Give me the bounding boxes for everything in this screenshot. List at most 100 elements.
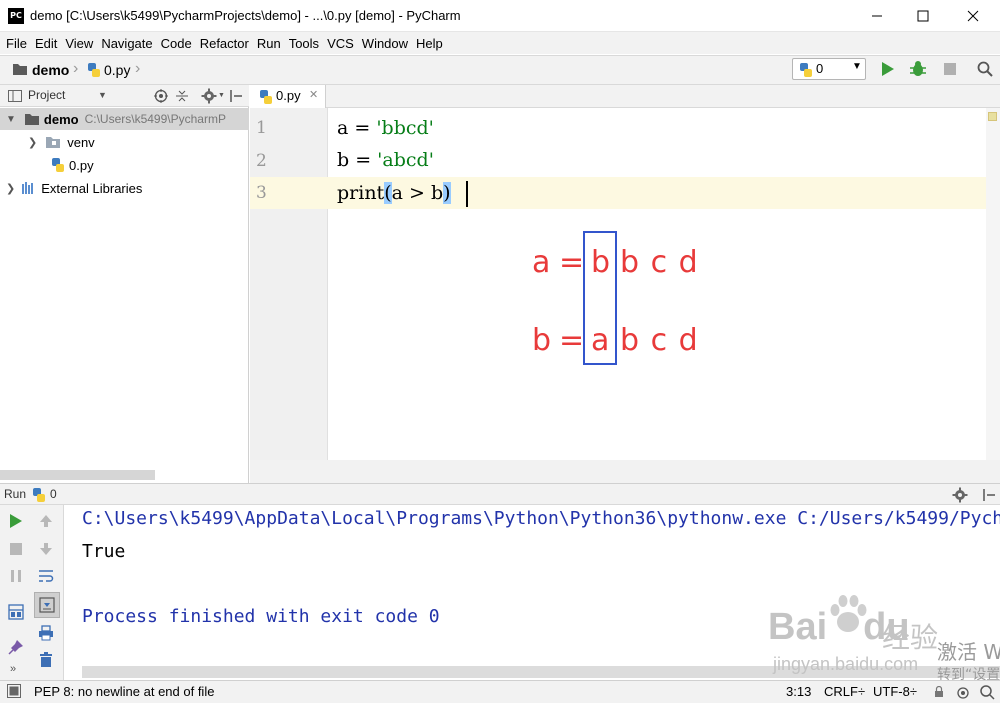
pause-button[interactable]: [6, 566, 26, 586]
scroll-to-end-button[interactable]: [34, 592, 60, 618]
tree-item-label: External Libraries: [41, 180, 143, 196]
run-button[interactable]: [878, 59, 898, 79]
collapse-all-icon[interactable]: [175, 89, 189, 103]
arrow-up-icon: [40, 515, 52, 527]
tab-close-icon[interactable]: ✕: [309, 88, 318, 101]
stop-button[interactable]: [940, 59, 960, 79]
settings-gear-icon[interactable]: [201, 88, 217, 104]
run-panel-header: [0, 483, 1000, 505]
hide-panel-icon[interactable]: [982, 488, 996, 502]
debug-bug-icon: [910, 61, 926, 76]
horizontal-scrollbar[interactable]: [0, 470, 155, 480]
chevron-right-icon: ❯: [6, 182, 16, 195]
code-line-2: b = 'abcd': [337, 149, 434, 171]
scroll-up-button[interactable]: [36, 511, 56, 531]
python-file-icon: [52, 158, 64, 172]
menu-vcs[interactable]: VCS: [327, 36, 362, 51]
pin-icon: [8, 640, 23, 655]
hide-panel-icon[interactable]: [229, 89, 243, 103]
console-command-line: C:\Users\k5499\AppData\Local\Programs\Py…: [82, 508, 1000, 529]
tree-item-demo[interactable]: ▼ demo C:\Users\k5499\PycharmP: [0, 108, 249, 130]
menu-file[interactable]: File: [6, 36, 35, 51]
python-file-icon: [88, 63, 100, 77]
menu-window[interactable]: Window: [362, 36, 416, 51]
menu-tools[interactable]: Tools: [289, 36, 327, 51]
console-exit-message: Process finished with exit code 0: [82, 606, 440, 627]
annotation-rest: b c d: [620, 245, 698, 280]
menu-navigate[interactable]: Navigate: [101, 36, 160, 51]
line-number: 3: [256, 183, 267, 203]
breadcrumb-separator-icon: ›: [73, 60, 79, 77]
tool-windows-icon[interactable]: [7, 684, 21, 698]
window-title: demo [C:\Users\k5499\PycharmProjects\dem…: [30, 8, 461, 23]
run-icon: [882, 62, 894, 76]
breadcrumb-project[interactable]: demo: [32, 62, 69, 78]
scroll-to-end-icon: [39, 597, 55, 613]
search-everywhere-button[interactable]: [975, 59, 995, 79]
project-view-chevron-down-icon[interactable]: ▼: [98, 90, 107, 100]
code-paren-open: (: [384, 182, 392, 204]
breadcrumb-file[interactable]: 0.py: [104, 62, 130, 78]
status-message: PEP 8: no newline at end of file: [34, 684, 215, 699]
editor-tab-bar: [250, 85, 1000, 108]
restore-layout-button[interactable]: [6, 602, 26, 622]
run-configuration-label: 0: [816, 61, 824, 76]
error-stripe: [986, 108, 1000, 460]
line-number: 2: [256, 151, 267, 171]
code-text: a > b: [391, 182, 444, 204]
scroll-down-button[interactable]: [36, 539, 56, 559]
run-config-name[interactable]: 0: [50, 487, 57, 501]
pycharm-logo-icon: PC: [8, 8, 24, 24]
annotation-equals: =: [559, 245, 585, 280]
print-button[interactable]: [36, 623, 56, 643]
annotation-lhs: b: [532, 323, 552, 358]
line-ending[interactable]: CRLF÷: [824, 684, 865, 699]
menu-view[interactable]: View: [65, 36, 101, 51]
run-panel-label: Run: [4, 487, 27, 501]
file-encoding[interactable]: UTF-8÷: [873, 684, 917, 699]
tree-item-venv[interactable]: ❯ venv: [0, 131, 249, 153]
menu-run[interactable]: Run: [257, 36, 289, 51]
layout-icon: [8, 604, 24, 620]
caret-position[interactable]: 3:13: [786, 684, 811, 699]
close-button[interactable]: [950, 0, 996, 32]
more-actions-icon[interactable]: »: [10, 663, 16, 675]
menu-edit[interactable]: Edit: [35, 36, 65, 51]
python-config-icon: [800, 63, 812, 77]
code-text: a =: [337, 117, 377, 139]
breadcrumb-separator-icon: ›: [135, 60, 141, 77]
maximize-button[interactable]: [900, 0, 946, 32]
inspector-icon[interactable]: [955, 684, 971, 700]
folder-icon: [24, 114, 39, 125]
annotation-lhs: a: [532, 245, 551, 280]
debug-button[interactable]: [908, 59, 928, 79]
code-line-3: print(a > b): [337, 182, 451, 204]
pin-tab-button[interactable]: [6, 637, 26, 657]
stop-button[interactable]: [6, 539, 26, 559]
menu-help[interactable]: Help: [416, 36, 451, 51]
annotation-rest: b c d: [620, 323, 698, 358]
locate-target-icon[interactable]: [154, 89, 168, 103]
tree-item-path: C:\Users\k5499\PycharmP: [84, 112, 226, 126]
soft-wrap-button[interactable]: [36, 566, 56, 586]
rerun-button[interactable]: [6, 511, 26, 531]
watermark-jingyan: 经验: [882, 621, 939, 654]
text-caret: [466, 181, 468, 207]
lock-icon[interactable]: [933, 686, 945, 698]
event-log-icon[interactable]: [979, 684, 995, 700]
settings-chevron-down-icon[interactable]: ▼: [218, 92, 225, 99]
tree-item-0py[interactable]: 0.py: [0, 154, 249, 176]
menu-refactor[interactable]: Refactor: [200, 36, 257, 51]
editor-tab-label: 0.py: [276, 88, 301, 103]
annotation-equals: =: [559, 323, 585, 358]
chevron-down-icon: ▼: [852, 61, 862, 72]
close-icon: [967, 10, 979, 22]
menu-code[interactable]: Code: [161, 36, 200, 51]
project-panel-title[interactable]: Project: [28, 88, 65, 102]
clear-all-button[interactable]: [36, 650, 56, 670]
tree-item-external-libraries[interactable]: ❯ External Libraries: [0, 177, 249, 199]
inspection-marker-icon[interactable]: [988, 112, 997, 121]
minimize-button[interactable]: [854, 0, 900, 32]
minimize-icon: [872, 15, 882, 17]
settings-gear-icon[interactable]: [952, 487, 968, 503]
